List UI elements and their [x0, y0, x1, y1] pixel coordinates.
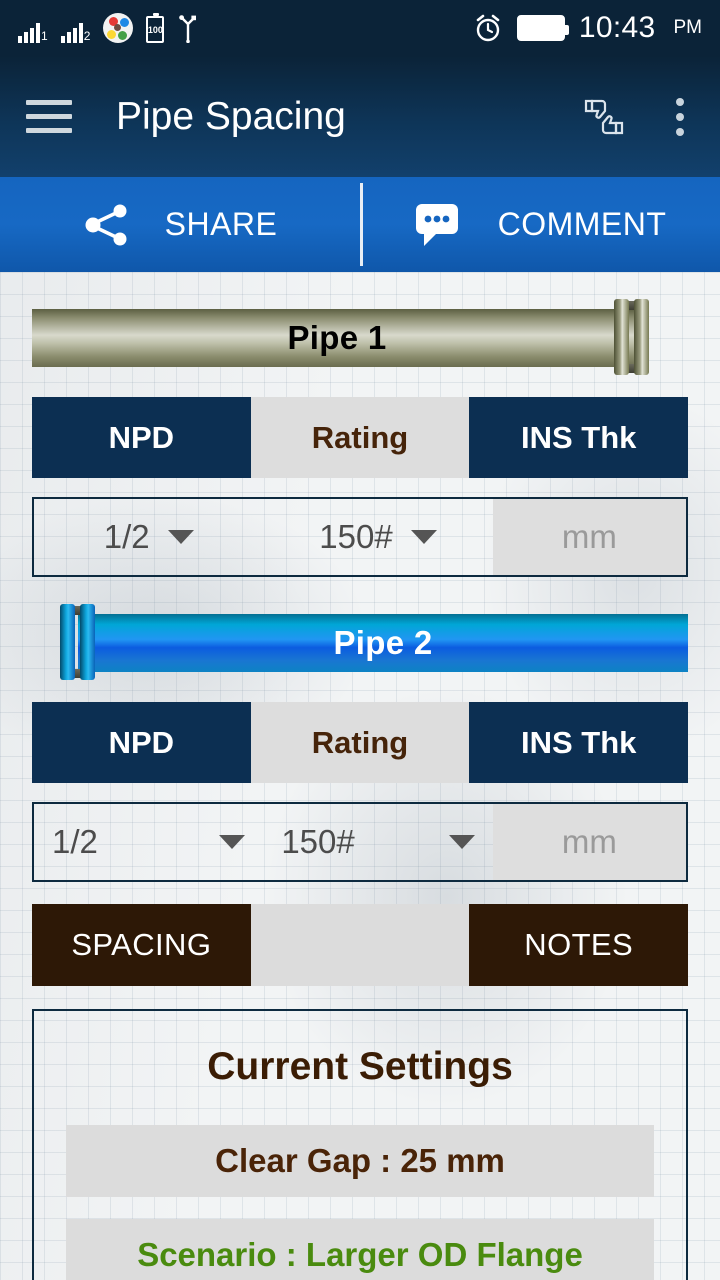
status-time: 10:43 — [578, 11, 656, 44]
pipe1-npd-header[interactable]: NPD — [32, 397, 251, 478]
pipe2-npd-dropdown[interactable]: 1/2 — [34, 804, 263, 880]
pipe1-input-row: 1/2 150# mm — [32, 497, 688, 577]
pipe1-rating-value: 150# — [319, 518, 393, 555]
pipe2-flange-icon — [52, 600, 114, 684]
pipe2-rating-value: 150# — [281, 823, 355, 860]
pipe1-body: Pipe 1 — [32, 309, 642, 367]
alarm-icon — [473, 13, 503, 43]
hamburger-menu-icon[interactable] — [26, 100, 72, 133]
status-bar: 1 2 100 10:43 PM — [0, 0, 720, 56]
pipe2-label: Pipe 2 — [333, 624, 433, 661]
pipe1-npd-dropdown[interactable]: 1/2 — [34, 499, 263, 575]
pipe2-insthk-input[interactable]: mm — [492, 804, 686, 880]
app-bar-actions — [580, 93, 694, 141]
pipe2-insthk-header[interactable]: INS Thk — [469, 702, 689, 783]
share-label: SHARE — [164, 206, 278, 242]
chevron-down-icon — [167, 530, 194, 544]
pipe1-graphic: Pipe 1 — [32, 295, 688, 379]
tab-spacer — [250, 904, 470, 986]
share-button[interactable]: SHARE — [0, 177, 360, 272]
status-bar-right: 10:43 PM — [473, 11, 702, 45]
battery-small-icon: 100 — [146, 13, 165, 43]
spacing-notes-row: SPACING NOTES — [32, 904, 689, 986]
usb-icon — [177, 15, 199, 44]
signal-bars-1-icon: 1 — [18, 21, 48, 43]
comment-button[interactable]: COMMENT — [360, 177, 720, 272]
tab-spacing[interactable]: SPACING — [32, 904, 251, 986]
status-ampm: PM — [673, 17, 703, 38]
pipe2-npd-value: 1/2 — [52, 823, 98, 860]
status-bar-left: 1 2 100 — [18, 13, 199, 44]
battery-icon — [516, 15, 569, 41]
chevron-down-icon — [410, 530, 437, 544]
pipe2-npd-header[interactable]: NPD — [32, 702, 251, 783]
pipe1-npd-value: 1/2 — [103, 518, 150, 555]
pipe2-body: Pipe 2 — [78, 614, 688, 672]
current-settings-title: Current Settings — [207, 1045, 513, 1088]
signal-1-label: 1 — [41, 29, 48, 43]
clear-gap-value: Clear Gap : 25 mm — [66, 1125, 654, 1197]
app-bar: Pipe Spacing — [0, 56, 720, 177]
battery-level-text: 100 — [147, 24, 163, 35]
signal-2-label: 2 — [83, 29, 91, 43]
app-badge-icon — [103, 13, 134, 43]
pipe2-graphic: Pipe 2 — [32, 600, 688, 684]
chevron-down-icon — [448, 835, 475, 849]
share-comment-bar: SHARE COMMENT — [0, 177, 720, 272]
comment-label: COMMENT — [497, 206, 667, 242]
pipe2-rating-dropdown[interactable]: 150# — [263, 804, 492, 880]
current-settings-panel: Current Settings Clear Gap : 25 mm Scena… — [32, 1009, 688, 1280]
page-title: Pipe Spacing — [116, 94, 346, 138]
pipe1-insthk-input[interactable]: mm — [492, 499, 686, 575]
comment-bubble-icon — [414, 202, 464, 248]
main-content: Pipe 1 NPD Rating INS Thk 1/2 150# mm Pi… — [0, 272, 720, 1280]
thumbs-up-down-icon[interactable] — [580, 93, 628, 141]
signal-bars-2-icon: 2 — [60, 21, 91, 43]
app-root: 1 2 100 10:43 PM Pipe Spacing SHARE COMM… — [0, 0, 720, 1280]
pipe1-label: Pipe 1 — [287, 319, 387, 356]
pipe1-insthk-header[interactable]: INS Thk — [469, 397, 689, 478]
pipe1-rating-dropdown[interactable]: 150# — [263, 499, 492, 575]
pipe2-rating-header[interactable]: Rating — [250, 702, 470, 783]
tab-notes[interactable]: NOTES — [469, 904, 689, 986]
pipe2-input-row: 1/2 150# mm — [32, 802, 688, 882]
scenario-value: Scenario : Larger OD Flange — [66, 1219, 654, 1280]
chevron-down-icon — [219, 835, 246, 849]
scroll-area: Pipe 1 NPD Rating INS Thk 1/2 150# mm Pi… — [0, 295, 720, 1280]
pipe1-rating-header[interactable]: Rating — [250, 397, 470, 478]
pipe1-header-row: NPD Rating INS Thk — [32, 397, 689, 478]
pipe2-header-row: NPD Rating INS Thk — [32, 702, 689, 783]
share-icon — [83, 201, 131, 249]
kebab-menu-icon[interactable] — [666, 94, 694, 140]
pipe1-flange-icon — [606, 295, 668, 379]
